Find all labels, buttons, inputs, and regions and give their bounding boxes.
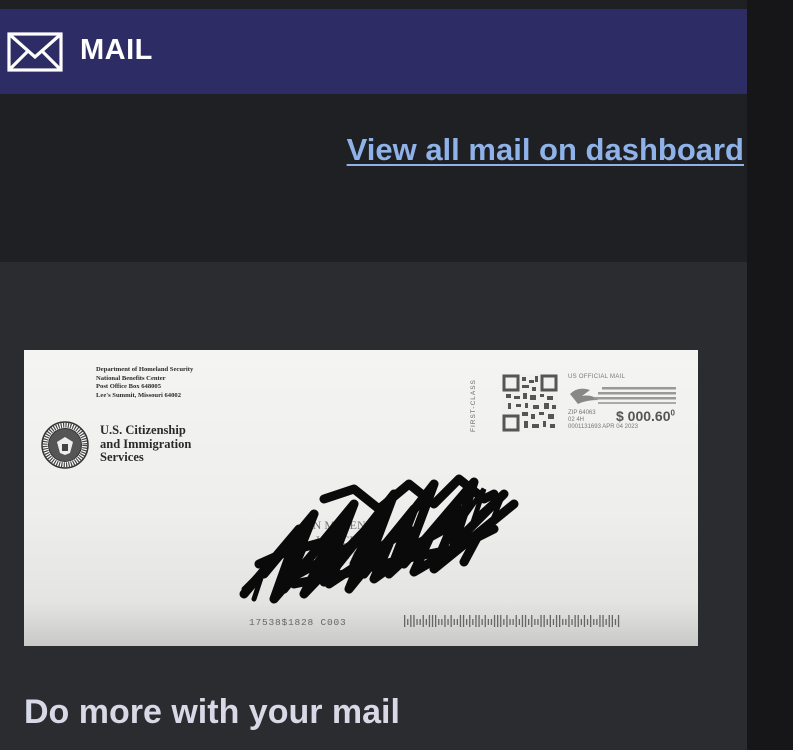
return-address-line: Department of Homeland Security [96,366,194,373]
scribble-redaction [239,474,519,604]
agency-line: Services [100,450,144,464]
mail-piece-image[interactable]: Department of Homeland Security National… [24,350,698,646]
meter-serial: 0001131693 APR 04 2023 [568,424,638,430]
envelope-icon [7,32,63,72]
meter-header: US OFFICIAL MAIL [568,374,626,380]
agency-line: and Immigration [100,436,192,451]
mail-header: MAIL [0,9,747,94]
do-more-heading: Do more with your mail [24,693,400,731]
agency-line: U.S. Citizenship [100,423,186,437]
return-address-line: Lee's Summit, Missouri 64002 [96,391,181,399]
view-all-mail-link[interactable]: View all mail on dashboard [347,132,744,168]
postage-amount: $ 000.600 [616,408,675,424]
eagle-stripes-icon [570,387,676,404]
postage-fraction: 0 [670,408,675,418]
first-class-label: FIRST-CLASS [470,379,477,432]
barcode-text: 17538$1828 C003 [249,617,347,628]
qr-code-icon [502,374,558,432]
postage-value: $ 000.60 [616,408,671,424]
agency-name: U.S. Citizenship and Immigration Service… [100,423,192,465]
header-title: MAIL [80,34,153,66]
postal-barcode [404,615,620,627]
return-address: Department of Homeland Security National… [96,366,193,400]
return-address-line: Post Office Box 648005 [96,383,162,390]
dhs-seal-icon [41,421,89,469]
return-address-line: National Benefits Center [96,374,166,382]
right-edge-strip [747,0,793,750]
